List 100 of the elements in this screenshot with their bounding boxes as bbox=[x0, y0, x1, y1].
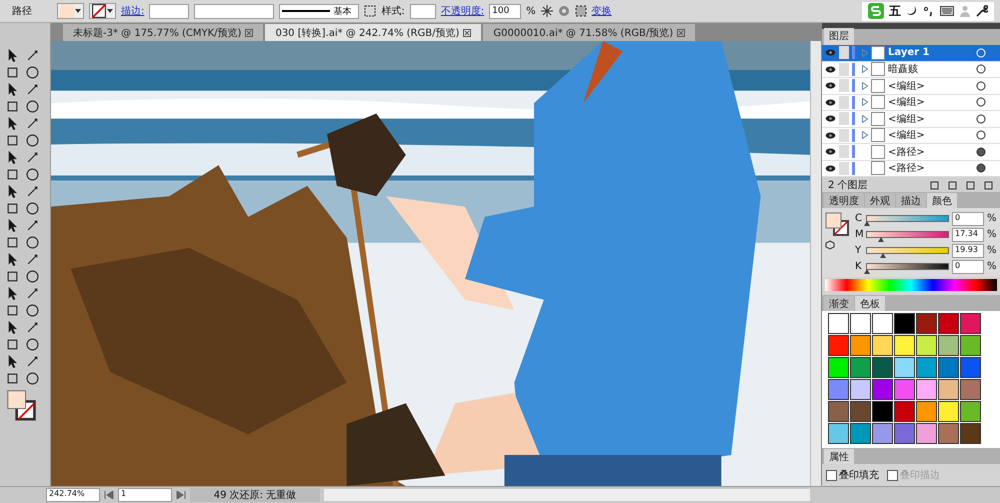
layer-row[interactable]: <编组> bbox=[822, 78, 1000, 94]
color-swatch[interactable] bbox=[828, 401, 849, 422]
color-swatch[interactable] bbox=[828, 313, 849, 334]
stroke-profile-dropdown[interactable]: 基本 bbox=[279, 4, 360, 18]
opacity-link[interactable]: 不透明度: bbox=[440, 4, 484, 18]
expand-triangle-icon[interactable] bbox=[862, 82, 868, 90]
panel-tab[interactable]: 透明度 bbox=[824, 193, 864, 208]
fill-stroke-icon[interactable] bbox=[825, 212, 849, 236]
panel-tab[interactable]: 颜色 bbox=[927, 193, 957, 208]
tool-icon[interactable] bbox=[6, 100, 19, 113]
sparkle-icon[interactable] bbox=[540, 5, 553, 17]
lock-toggle[interactable] bbox=[839, 79, 849, 92]
color-swatch[interactable] bbox=[894, 313, 915, 334]
target-circle-icon[interactable] bbox=[976, 80, 986, 91]
layers-tab[interactable]: 图层 bbox=[824, 28, 854, 45]
color-swatch[interactable] bbox=[916, 313, 937, 334]
stroke-weight-field[interactable] bbox=[149, 4, 190, 18]
eye-icon[interactable] bbox=[825, 82, 836, 90]
color-swatch[interactable] bbox=[872, 379, 893, 400]
color-swatch[interactable] bbox=[850, 379, 871, 400]
color-swatch[interactable] bbox=[850, 335, 871, 356]
tool-icon[interactable] bbox=[26, 117, 39, 130]
color-swatch[interactable] bbox=[938, 423, 959, 444]
color-swatch[interactable] bbox=[938, 379, 959, 400]
document-tab[interactable]: 030 [转换].ai* @ 242.74% (RGB/预览) bbox=[265, 24, 482, 41]
eye-icon[interactable] bbox=[825, 49, 836, 56]
color-swatch[interactable] bbox=[872, 313, 893, 334]
stroke-swatch-dropdown[interactable] bbox=[89, 3, 116, 19]
lock-toggle[interactable] bbox=[839, 46, 849, 60]
layer-row[interactable]: <编组> bbox=[822, 111, 1000, 128]
color-swatch[interactable] bbox=[960, 379, 981, 400]
color-swatch[interactable] bbox=[894, 357, 915, 378]
color-swatch[interactable] bbox=[872, 335, 893, 356]
lock-toggle[interactable] bbox=[839, 128, 849, 142]
layer-row[interactable]: <路径> bbox=[822, 144, 1000, 160]
tool-icon[interactable] bbox=[6, 287, 19, 300]
layer-row[interactable]: <编组> bbox=[822, 128, 1000, 144]
eye-icon[interactable] bbox=[825, 98, 836, 106]
lock-toggle[interactable] bbox=[839, 96, 849, 109]
eye-icon[interactable] bbox=[825, 115, 836, 122]
target-circle-icon[interactable] bbox=[976, 130, 986, 140]
slider-thumb[interactable] bbox=[864, 269, 870, 274]
tool-icon[interactable] bbox=[26, 219, 39, 232]
color-swatch[interactable] bbox=[960, 313, 981, 334]
page-dropdown[interactable]: 1 bbox=[118, 488, 172, 502]
eye-icon[interactable] bbox=[825, 164, 836, 172]
tool-icon[interactable] bbox=[26, 202, 39, 215]
tool-icon[interactable] bbox=[26, 49, 39, 62]
tool-icon[interactable] bbox=[26, 270, 39, 283]
color-swatch[interactable] bbox=[850, 423, 871, 444]
expand-triangle-icon[interactable] bbox=[862, 131, 868, 140]
panel-tab[interactable]: 属性 bbox=[824, 449, 854, 464]
tool-icon[interactable] bbox=[26, 185, 39, 198]
tool-icon[interactable] bbox=[6, 304, 19, 317]
tool-icon[interactable] bbox=[6, 355, 19, 368]
expand-triangle-icon[interactable] bbox=[862, 114, 868, 123]
last-page-icon[interactable] bbox=[176, 491, 186, 499]
color-swatch[interactable] bbox=[916, 423, 937, 444]
color-swatch[interactable] bbox=[894, 379, 915, 400]
tool-icon[interactable] bbox=[26, 253, 39, 266]
color-swatch[interactable] bbox=[828, 335, 849, 356]
color-swatch[interactable] bbox=[960, 401, 981, 422]
color-swatch[interactable] bbox=[960, 357, 981, 378]
target-circle-icon[interactable] bbox=[976, 163, 986, 174]
eye-icon[interactable] bbox=[825, 66, 836, 73]
panel-tab[interactable]: 色板 bbox=[855, 296, 885, 311]
layer-row[interactable]: <编组> bbox=[822, 94, 1000, 111]
color-swatch[interactable] bbox=[938, 335, 959, 356]
color-swatch[interactable] bbox=[916, 401, 937, 422]
eye-icon[interactable] bbox=[825, 132, 836, 139]
layer-row[interactable]: 暗矗赅 bbox=[822, 62, 1000, 78]
color-swatch[interactable] bbox=[916, 335, 937, 356]
tool-icon[interactable] bbox=[6, 134, 19, 147]
color-swatch[interactable] bbox=[850, 357, 871, 378]
tool-icon[interactable] bbox=[26, 338, 39, 351]
horizontal-scrollbar[interactable] bbox=[324, 489, 810, 501]
s-logo-icon[interactable] bbox=[868, 3, 884, 19]
grid-icon[interactable] bbox=[574, 5, 587, 17]
color-swatch[interactable] bbox=[960, 335, 981, 356]
tool-icon[interactable] bbox=[6, 168, 19, 181]
tool-icon[interactable] bbox=[26, 355, 39, 368]
tool-icon[interactable] bbox=[6, 66, 19, 79]
tool-icon[interactable] bbox=[26, 100, 39, 113]
layer-row[interactable]: Layer 1 bbox=[822, 45, 1000, 62]
color-swatch[interactable] bbox=[872, 401, 893, 422]
close-icon[interactable] bbox=[677, 28, 686, 36]
tool-icon[interactable] bbox=[26, 372, 39, 385]
color-swatch[interactable] bbox=[850, 313, 871, 334]
tool-icon[interactable] bbox=[26, 321, 39, 334]
tool-icon[interactable] bbox=[26, 287, 39, 300]
document-tab[interactable]: 未标题-3* @ 175.77% (CMYK/预览) bbox=[63, 24, 264, 41]
tool-icon[interactable] bbox=[6, 270, 19, 283]
tool-icon[interactable] bbox=[6, 321, 19, 334]
input-mode-label[interactable]: 五 bbox=[889, 2, 901, 20]
color-swatch[interactable] bbox=[938, 357, 959, 378]
zoom-dropdown[interactable]: 242.74% bbox=[46, 488, 100, 502]
lock-toggle[interactable] bbox=[839, 62, 849, 76]
color-swatch[interactable] bbox=[850, 401, 871, 422]
tool-icon[interactable] bbox=[26, 66, 39, 79]
color-swatch[interactable] bbox=[828, 423, 849, 444]
